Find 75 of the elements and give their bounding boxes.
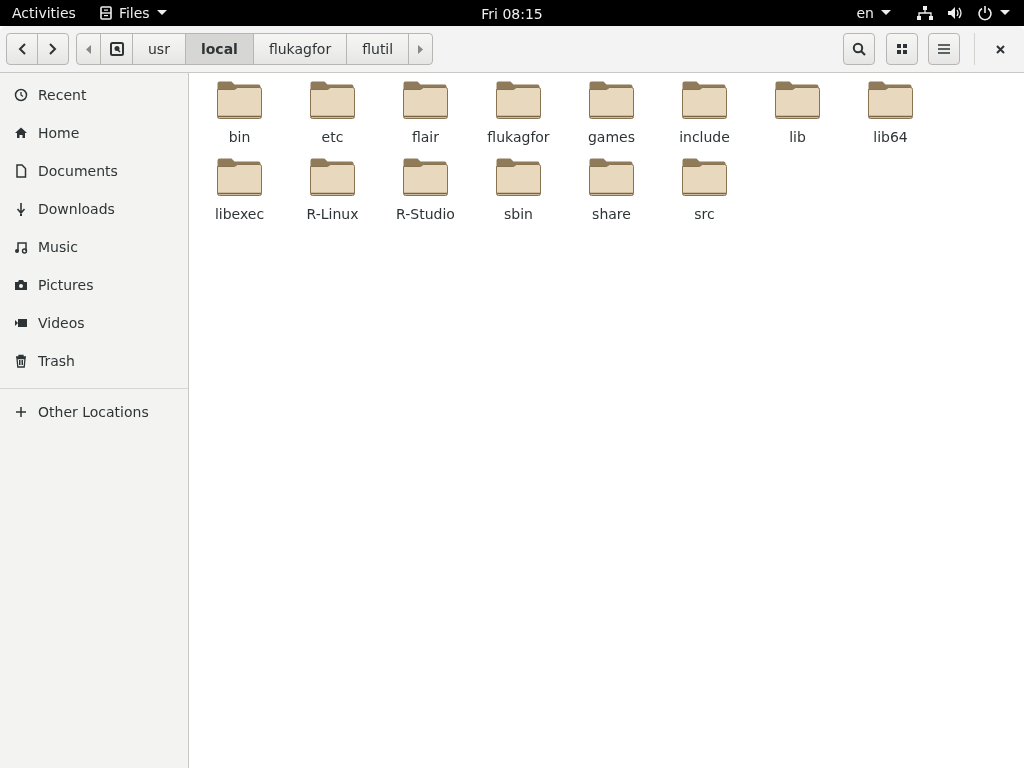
folder-icon	[868, 81, 913, 119]
sidebar-item[interactable]: Recent	[0, 76, 188, 114]
sidebar-item[interactable]: Trash	[0, 342, 188, 380]
folder-item[interactable]: sbin	[472, 158, 565, 235]
keyboard-layout-menu[interactable]: en	[844, 2, 903, 24]
folder-icon	[217, 81, 262, 119]
search-button[interactable]	[843, 33, 875, 65]
caret-icon	[881, 10, 891, 16]
drive-button[interactable]	[100, 33, 133, 65]
path-segment[interactable]: flutil	[346, 33, 410, 65]
file-cabinet-icon	[99, 6, 112, 20]
chevron-right-icon	[49, 43, 57, 55]
folder-item[interactable]: R-Linux	[286, 158, 379, 235]
triangle-left-icon	[86, 44, 91, 54]
folder-icon	[496, 158, 541, 196]
folder-icon	[403, 158, 448, 196]
download-icon	[14, 202, 28, 216]
document-icon	[14, 164, 28, 178]
folder-item[interactable]: games	[565, 81, 658, 158]
camera-icon	[14, 278, 28, 292]
folder-item[interactable]: R-Studio	[379, 158, 472, 235]
folder-icon	[682, 158, 727, 196]
folder-icon	[682, 81, 727, 119]
folder-item[interactable]: bin	[193, 81, 286, 158]
path-segment[interactable]: local	[184, 33, 254, 65]
folder-icon	[496, 81, 541, 119]
folder-icon	[310, 158, 355, 196]
folder-item[interactable]: etc	[286, 81, 379, 158]
sidebar-item[interactable]: Videos	[0, 304, 188, 342]
sidebar-item[interactable]: Downloads	[0, 190, 188, 228]
search-icon	[852, 42, 866, 56]
chevron-left-icon	[18, 43, 26, 55]
folder-icon	[403, 81, 448, 119]
grid-icon	[896, 44, 907, 54]
folder-item[interactable]: lib	[751, 81, 844, 158]
icon-view-button[interactable]	[885, 33, 918, 65]
sidebar-item[interactable]: Other Locations	[0, 393, 188, 431]
folder-item[interactable]: flukagfor	[472, 81, 565, 158]
clock[interactable]: Fri 08:15	[481, 4, 543, 25]
music-note-icon	[14, 240, 28, 254]
folder-item[interactable]: flair	[379, 81, 472, 158]
video-camera-icon	[14, 316, 28, 330]
triangle-right-icon	[418, 44, 424, 54]
folder-icon	[310, 81, 355, 119]
folder-icon	[217, 158, 262, 196]
sidebar-item[interactable]: Documents	[0, 152, 188, 190]
sidebar-item[interactable]: Home	[0, 114, 188, 152]
sidebar-item[interactable]: Pictures	[0, 266, 188, 304]
folder-icon	[589, 158, 634, 196]
menu-icon	[938, 44, 950, 54]
app-menu[interactable]: Files	[87, 2, 179, 24]
folder-item[interactable]: share	[565, 158, 658, 235]
sidebar-item[interactable]: Music	[0, 228, 188, 266]
path-segment[interactable]: flukagfor	[252, 33, 348, 65]
back-button[interactable]	[6, 33, 38, 65]
folder-item[interactable]: src	[658, 158, 751, 235]
path-segment[interactable]: usr	[132, 33, 186, 65]
menu-button[interactable]	[928, 33, 960, 65]
folder-icon	[775, 81, 820, 119]
folder-item[interactable]: lib64	[844, 81, 937, 158]
clock-icon	[14, 88, 28, 102]
power-icon[interactable]	[977, 5, 993, 21]
forward-button[interactable]	[37, 33, 69, 65]
caret-icon[interactable]	[1000, 10, 1010, 16]
close-icon	[995, 44, 1005, 54]
folder-item[interactable]: include	[658, 81, 751, 158]
house-icon	[14, 126, 28, 140]
trash-icon	[14, 354, 28, 368]
network-icon[interactable]	[917, 6, 933, 20]
folder-icon	[589, 81, 634, 119]
plus-icon	[14, 405, 28, 419]
folder-item[interactable]: libexec	[193, 158, 286, 235]
activities-button[interactable]: Activities	[0, 2, 88, 24]
speaker-icon[interactable]	[947, 6, 963, 20]
caret-icon	[156, 10, 167, 16]
